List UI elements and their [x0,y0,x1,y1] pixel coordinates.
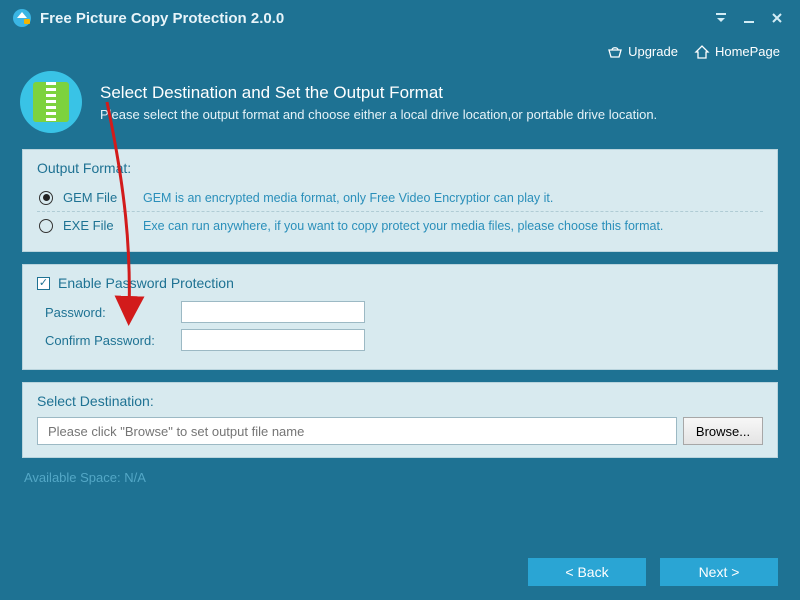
radio-exe-label: EXE File [63,218,133,233]
password-label: Password: [45,305,173,320]
page-heading: Select Destination and Set the Output Fo… [0,71,800,149]
radio-gem-label: GEM File [63,190,133,205]
destination-input[interactable] [37,417,677,445]
heading-subtitle: Please select the output format and choo… [100,107,657,122]
footer-nav: < Back Next > [528,558,778,586]
home-icon [694,45,710,59]
radio-exe-input[interactable] [39,219,53,233]
upgrade-label: Upgrade [628,44,678,59]
heading-title: Select Destination and Set the Output Fo… [100,83,657,103]
next-button[interactable]: Next > [660,558,778,586]
homepage-link[interactable]: HomePage [694,44,780,59]
password-input[interactable] [181,301,365,323]
menu-down-icon[interactable] [710,7,732,29]
output-format-panel: Output Format: GEM File GEM is an encryp… [22,149,778,252]
zip-icon [20,71,82,133]
enable-password-label: Enable Password Protection [58,275,234,291]
radio-exe-desc: Exe can run anywhere, if you want to cop… [143,219,663,233]
destination-panel: Select Destination: Browse... [22,382,778,458]
app-logo-icon [12,8,32,28]
password-row: Password: [45,301,763,323]
close-icon[interactable] [766,7,788,29]
enable-password-checkbox[interactable]: ✓ [37,277,50,290]
top-links: Upgrade HomePage [0,36,800,71]
destination-title: Select Destination: [37,393,763,409]
basket-icon [607,45,623,59]
app-title: Free Picture Copy Protection 2.0.0 [40,10,284,27]
radio-gem[interactable]: GEM File GEM is an encrypted media forma… [37,184,763,211]
enable-password-row[interactable]: ✓ Enable Password Protection [37,275,763,291]
output-format-title: Output Format: [37,160,763,176]
upgrade-link[interactable]: Upgrade [607,44,678,59]
radio-gem-input[interactable] [39,191,53,205]
confirm-password-label: Confirm Password: [45,333,173,348]
radio-exe[interactable]: EXE File Exe can run anywhere, if you wa… [37,211,763,239]
minimize-icon[interactable] [738,7,760,29]
titlebar: Free Picture Copy Protection 2.0.0 [0,0,800,36]
radio-gem-desc: GEM is an encrypted media format, only F… [143,191,553,205]
browse-button[interactable]: Browse... [683,417,763,445]
confirm-password-row: Confirm Password: [45,329,763,351]
back-button[interactable]: < Back [528,558,646,586]
available-space: Available Space: N/A [24,470,800,485]
password-panel: ✓ Enable Password Protection Password: C… [22,264,778,370]
confirm-password-input[interactable] [181,329,365,351]
homepage-label: HomePage [715,44,780,59]
